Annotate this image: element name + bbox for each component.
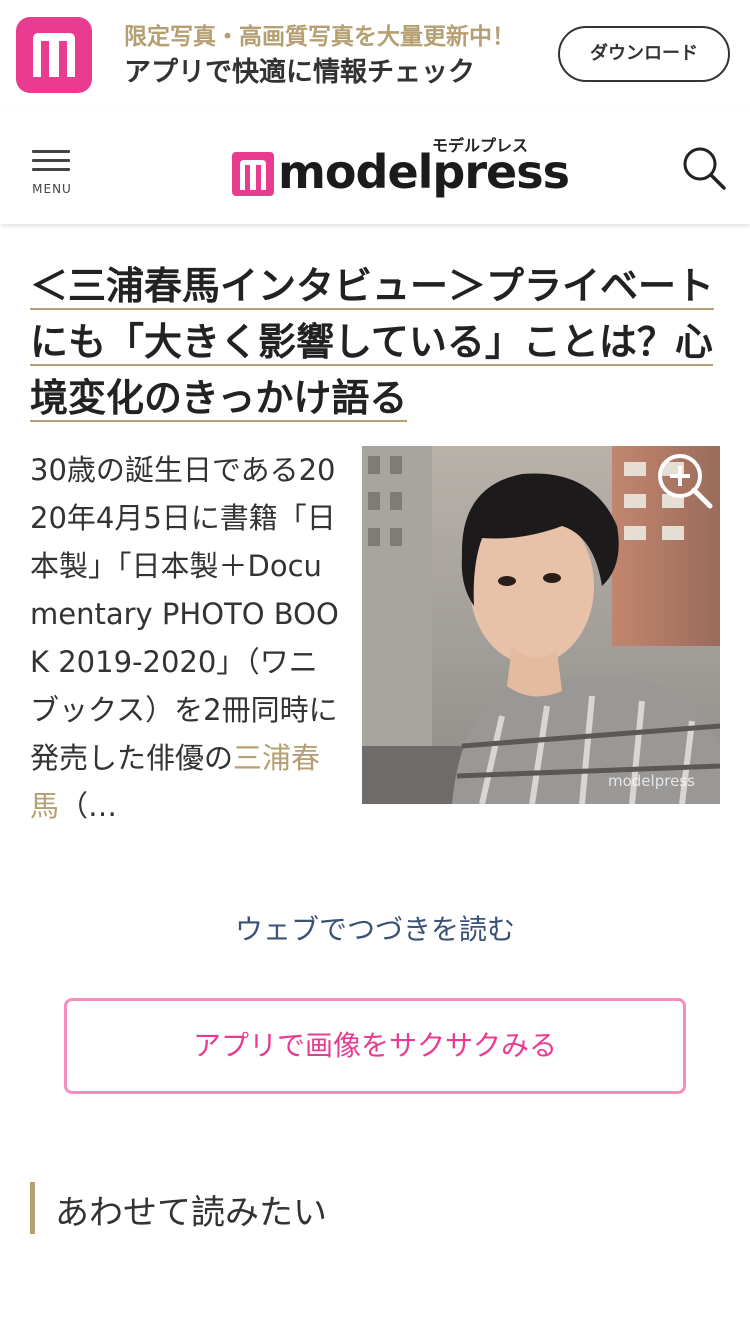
- excerpt-ellipsis: （…: [59, 789, 118, 823]
- banner-subtitle: アプリで快適に情報チェック: [124, 57, 475, 88]
- banner-text: 限定写真・高画質写真を大量更新中！ アプリで快適に情報チェック: [124, 20, 515, 92]
- app-download-banner: 限定写真・高画質写真を大量更新中！ アプリで快適に情報チェック ダウンロード: [0, 0, 750, 112]
- banner-tagline: 限定写真・高画質写真を大量更新中！: [124, 24, 515, 50]
- hamburger-icon: [32, 150, 70, 153]
- search-button[interactable]: [680, 144, 728, 192]
- search-icon: [683, 147, 726, 190]
- continue-reading-link[interactable]: ウェブでつづきを読む: [0, 908, 750, 948]
- image-watermark: modelpress: [608, 772, 695, 790]
- hamburger-icon-bar: [32, 159, 70, 162]
- article-excerpt: 30歳の誕生日である2020年4月5日に書籍「日本製」「日本製＋Document…: [30, 446, 346, 830]
- hamburger-icon-bar: [32, 168, 70, 171]
- article-title[interactable]: ＜三浦春馬インタビュー＞プライベートにも「大きく影響している」ことは？心境変化の…: [30, 258, 722, 426]
- menu-button[interactable]: MENU: [26, 142, 78, 200]
- download-button[interactable]: ダウンロード: [558, 26, 730, 82]
- logo-mark-icon: [232, 152, 274, 196]
- article-title-text[interactable]: ＜三浦春馬インタビュー＞プライベートにも「大きく影響している」ことは？心境変化の…: [30, 264, 715, 422]
- menu-label: MENU: [32, 182, 72, 196]
- zoom-in-icon[interactable]: [656, 452, 714, 510]
- open-in-app-button[interactable]: アプリで画像をサクサクみる: [64, 998, 686, 1094]
- excerpt-text: 30歳の誕生日である2020年4月5日に書籍「日本製」「日本製＋Document…: [30, 453, 339, 775]
- site-logo[interactable]: モデルプレス modelpress: [232, 132, 570, 212]
- site-header: MENU モデルプレス modelpress: [0, 112, 750, 224]
- modelpress-app-icon[interactable]: [16, 17, 92, 93]
- logo-wordmark: modelpress: [278, 145, 570, 199]
- related-articles-heading: あわせて読みたい: [30, 1182, 327, 1234]
